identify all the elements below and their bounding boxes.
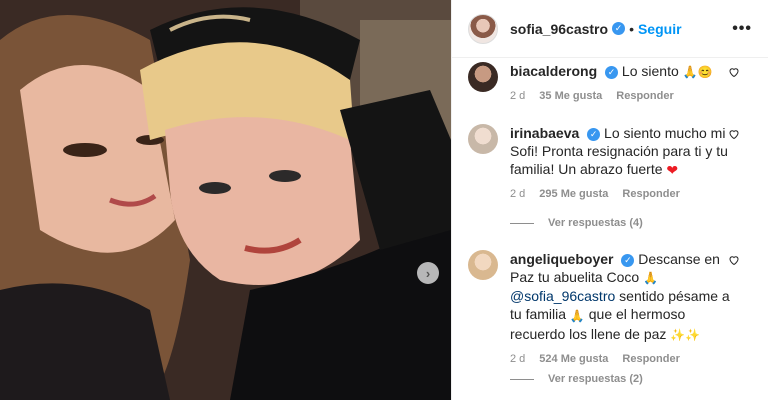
comment-username[interactable]: angeliqueboyer xyxy=(510,251,613,267)
mention-link[interactable]: @sofia_96castro xyxy=(510,288,615,304)
comment-text: angeliqueboyer ✓ Descanse en Paz tu abue… xyxy=(510,250,738,344)
separator-dot: • xyxy=(629,20,634,37)
more-options-icon[interactable]: ••• xyxy=(732,20,752,38)
comment-item: irinabaeva ✓ Lo siento mucho mi Sofi! Pr… xyxy=(468,124,752,200)
comment-item: biacalderong ✓ Lo siento 🙏😊 2 d 35 Me gu… xyxy=(468,62,752,102)
like-heart-icon[interactable] xyxy=(728,128,740,140)
red-heart-emoji-icon: ❤ xyxy=(666,162,679,179)
replies-divider xyxy=(510,378,534,380)
pray-smile-emoji-icon: 🙏😊 xyxy=(682,65,713,80)
follow-button[interactable]: Seguir xyxy=(638,21,682,37)
comment-age: 2 d xyxy=(510,188,526,201)
comment-body: biacalderong ✓ Lo siento 🙏😊 2 d 35 Me gu… xyxy=(510,62,738,102)
verified-badge-icon: ✓ xyxy=(612,22,626,35)
view-replies-button[interactable]: Ver respuestas (2) xyxy=(510,373,643,385)
reply-button[interactable]: Responder xyxy=(616,90,673,102)
like-heart-icon[interactable] xyxy=(728,66,740,78)
comment-text: biacalderong ✓ Lo siento 🙏😊 xyxy=(510,62,738,81)
author-username[interactable]: sofia_96castro xyxy=(510,21,608,37)
comment-age: 2 d xyxy=(510,90,526,103)
like-heart-icon[interactable] xyxy=(728,254,740,266)
comment-body: angeliqueboyer ✓ Descanse en Paz tu abue… xyxy=(510,250,738,365)
pray-emoji-icon: 🙏 xyxy=(643,271,659,286)
comment-username[interactable]: biacalderong xyxy=(510,63,597,79)
view-replies-label[interactable]: Ver respuestas (2) xyxy=(548,373,643,385)
post-photo[interactable]: › xyxy=(0,0,451,400)
verified-badge-icon: ✓ xyxy=(605,65,619,79)
comment-message: Lo siento xyxy=(621,63,679,79)
comment-meta: 2 d 35 Me gusta Responder xyxy=(510,90,738,102)
comments-panel: sofia_96castro ✓ • Seguir ••• biacaldero… xyxy=(451,0,768,400)
comment-item: angeliqueboyer ✓ Descanse en Paz tu abue… xyxy=(468,250,752,365)
reply-button[interactable]: Responder xyxy=(622,353,679,365)
sparkles-emoji-icon: ✨✨ xyxy=(670,327,701,342)
carousel-next-icon[interactable]: › xyxy=(417,262,439,284)
comment-likes[interactable]: 35 Me gusta xyxy=(539,90,602,102)
view-replies-label[interactable]: Ver respuestas (4) xyxy=(548,217,643,229)
comment-meta: 2 d 524 Me gusta Responder xyxy=(510,353,738,365)
comment-text: irinabaeva ✓ Lo siento mucho mi Sofi! Pr… xyxy=(510,124,738,179)
reply-button[interactable]: Responder xyxy=(622,188,679,200)
replies-divider xyxy=(510,222,534,224)
instagram-post: › sofia_96castro ✓ • Seguir ••• biacalde… xyxy=(0,0,768,400)
author-avatar[interactable] xyxy=(468,13,498,44)
commenter-avatar[interactable] xyxy=(468,124,498,154)
comment-body: irinabaeva ✓ Lo siento mucho mi Sofi! Pr… xyxy=(510,124,738,200)
comment-age: 2 d xyxy=(510,352,526,365)
selfie-image xyxy=(0,0,451,400)
pray-emoji-icon: 🙏 xyxy=(569,308,585,323)
commenter-avatar[interactable] xyxy=(468,62,498,92)
verified-badge-icon: ✓ xyxy=(587,127,601,141)
comment-likes[interactable]: 295 Me gusta xyxy=(539,188,608,200)
view-replies-button[interactable]: Ver respuestas (4) xyxy=(510,217,643,229)
verified-badge-icon: ✓ xyxy=(621,253,635,267)
post-header: sofia_96castro ✓ • Seguir ••• xyxy=(452,0,768,58)
comment-username[interactable]: irinabaeva xyxy=(510,125,579,141)
comment-likes[interactable]: 524 Me gusta xyxy=(539,353,608,365)
comment-meta: 2 d 295 Me gusta Responder xyxy=(510,188,738,200)
commenter-avatar[interactable] xyxy=(468,250,498,280)
